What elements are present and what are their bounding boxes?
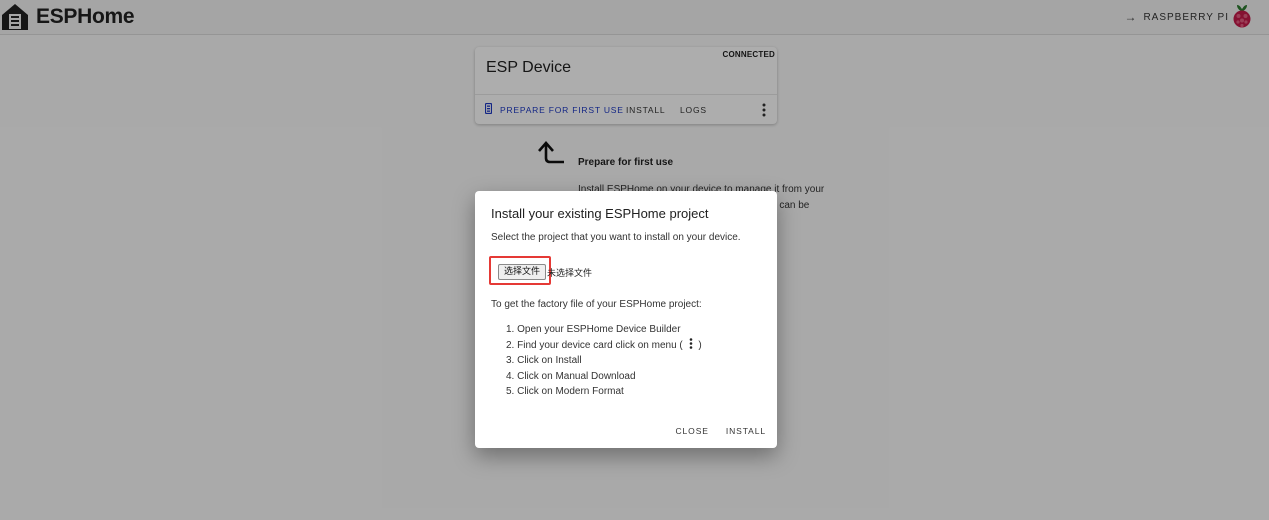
dialog-description: Select the project that you want to inst… xyxy=(491,232,741,243)
steps-list: 1. Open your ESPHome Device Builder 2. F… xyxy=(506,322,702,400)
step-item: 3. Click on Install xyxy=(506,355,582,366)
factory-file-intro: To get the factory file of your ESPHome … xyxy=(491,299,702,310)
step-item: 2. Find your device card click on menu (… xyxy=(506,337,702,354)
step-item: 5. Click on Modern Format xyxy=(506,386,624,397)
dialog-install-button[interactable]: INSTALL xyxy=(726,426,766,436)
close-button[interactable]: CLOSE xyxy=(676,426,709,436)
step-item: 4. Click on Manual Download xyxy=(506,370,636,382)
kebab-menu-icon xyxy=(689,337,692,349)
step-text: 2. Find your device card click on menu ( xyxy=(506,339,683,351)
dialog-actions: CLOSE INSTALL xyxy=(676,426,766,436)
dialog-title: Install your existing ESPHome project xyxy=(491,206,709,221)
file-status-text: 未选择文件 xyxy=(547,269,593,279)
step-item: 1. Open your ESPHome Device Builder xyxy=(506,324,681,335)
step-text-suffix: ) xyxy=(698,339,702,351)
install-existing-project-dialog: Install your existing ESPHome project Se… xyxy=(475,191,777,448)
choose-file-button[interactable]: 选择文件 xyxy=(498,264,547,280)
